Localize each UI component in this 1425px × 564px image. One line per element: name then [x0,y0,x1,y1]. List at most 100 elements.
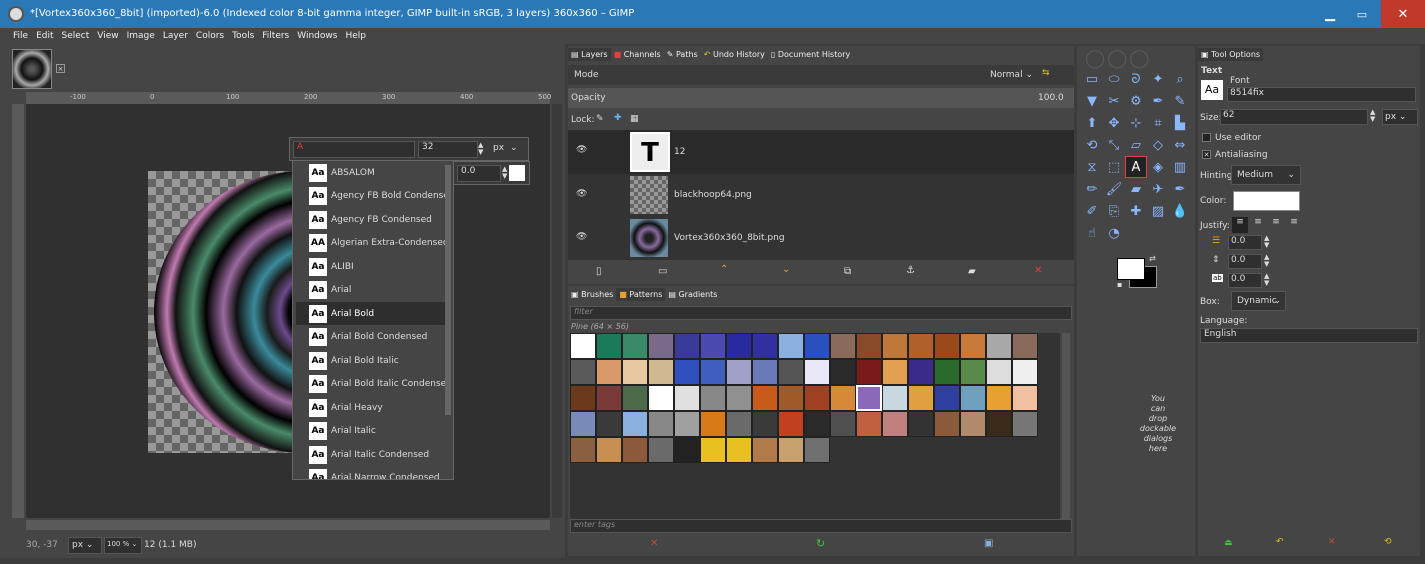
paths-icon[interactable]: ✒ [1147,90,1169,112]
pattern-swatch[interactable] [882,411,908,437]
font-list-item[interactable]: Aa Arial Bold Condensed [296,326,446,349]
pattern-swatch[interactable] [648,411,674,437]
open-pattern-icon[interactable]: ▣ [984,538,993,549]
size-unit-select[interactable]: px ⌄ [1382,109,1418,125]
opacity-row[interactable]: Opacity 100.0 [568,88,1074,108]
foreground-color-swatch[interactable] [1117,258,1145,280]
pattern-swatch[interactable] [830,359,856,385]
pattern-swatch[interactable] [934,385,960,411]
pattern-swatch[interactable] [596,411,622,437]
font-input[interactable]: 8514fix [1227,87,1416,102]
delete-pattern-icon[interactable]: ✕ [650,538,658,549]
pattern-swatch[interactable] [674,411,700,437]
dodge-burn-icon[interactable]: ◔ [1103,222,1125,244]
scale-icon[interactable]: ⤡ [1103,134,1125,156]
pattern-swatch[interactable] [648,333,674,359]
font-list-item[interactable]: AA Algerian Extra-Condensed [296,232,446,255]
pattern-swatch[interactable] [882,359,908,385]
unified-transform-icon[interactable]: ▙ [1169,112,1191,134]
pattern-swatch[interactable] [622,333,648,359]
menu-tools[interactable]: Tools [228,28,258,44]
color-picker-icon[interactable]: ✎ [1169,90,1191,112]
layer-row[interactable]: 👁 blackhoop64.png [568,174,1074,217]
close-tab-icon[interactable]: × [56,64,65,73]
pattern-swatch[interactable] [804,437,830,463]
pattern-swatch[interactable] [622,411,648,437]
rect-select-icon[interactable]: ▭ [1081,68,1103,90]
pattern-swatch[interactable] [778,359,804,385]
airbrush-icon[interactable]: ✈ [1147,178,1169,200]
layer-row[interactable]: 👁 Vortex360x360_8bit.png [568,217,1074,260]
font-list-item[interactable]: Aa Agency FB Condensed [296,208,446,231]
foreground-select-icon[interactable]: ⚙ [1125,90,1147,112]
pattern-swatch[interactable] [752,359,778,385]
pattern-swatch[interactable] [804,411,830,437]
pattern-swatch[interactable] [830,385,856,411]
heal-icon[interactable]: ✚ [1125,200,1147,222]
pattern-swatch[interactable] [674,385,700,411]
duplicate-layer-icon[interactable]: ⧉ [844,266,851,277]
pattern-swatch[interactable] [752,385,778,411]
pattern-swatch[interactable] [778,411,804,437]
layer-mode-switch-icon[interactable]: ⇆ [1042,68,1050,78]
pattern-swatch[interactable] [700,385,726,411]
pattern-swatch[interactable] [804,385,830,411]
pattern-swatch[interactable] [726,411,752,437]
pattern-swatch[interactable] [1012,359,1038,385]
horizontal-scrollbar[interactable] [26,520,550,530]
pattern-swatch[interactable] [596,385,622,411]
pattern-swatch[interactable] [804,333,830,359]
mypaint-icon[interactable]: ✐ [1081,200,1103,222]
rotate-icon[interactable]: ⟲ [1081,134,1103,156]
pattern-swatch[interactable] [934,359,960,385]
menu-image[interactable]: Image [123,28,159,44]
restore-options-icon[interactable]: ↶ [1276,537,1284,547]
pattern-swatch[interactable] [908,411,934,437]
font-list-item[interactable]: Aa Arial Bold Italic Condensed [296,373,446,396]
pattern-swatch[interactable] [700,437,726,463]
size-spin-icon[interactable]: ▲ ▼ [1370,109,1375,123]
pattern-swatch[interactable] [726,437,752,463]
indent-input[interactable]: 0.0 [1228,235,1262,250]
eraser-icon[interactable]: ▰ [1125,178,1147,200]
tags-input[interactable]: enter tags [570,519,1072,533]
pattern-swatch[interactable] [986,333,1012,359]
baseline-entry[interactable]: 0.0 [457,165,501,182]
language-input[interactable]: English [1200,328,1418,343]
justify-left-button[interactable]: ≡ [1232,217,1248,233]
pattern-swatch[interactable] [570,385,596,411]
line-spacing-spin-icon[interactable]: ▲ ▼ [1264,254,1269,268]
indent-spin-icon[interactable]: ▲ ▼ [1264,235,1269,249]
tab-paths[interactable]: ✎ Paths [664,48,701,61]
text-icon[interactable]: A [1125,156,1147,178]
pattern-swatch[interactable] [934,333,960,359]
pattern-swatch[interactable] [830,333,856,359]
pattern-swatch[interactable] [596,333,622,359]
align-icon[interactable]: ⊹ [1125,112,1147,134]
use-editor-checkbox[interactable] [1202,133,1211,142]
lock-position-icon[interactable]: ✚ [614,113,622,123]
flip-icon[interactable]: ⇔ [1169,134,1191,156]
new-layer-group-icon[interactable]: ▭ [658,266,667,277]
text-color-button[interactable] [1233,191,1300,211]
font-list-item[interactable]: Aa Arial Italic [296,420,446,443]
ink-icon[interactable]: ✒ [1169,178,1191,200]
menu-filters[interactable]: Filters [258,28,293,44]
pencil-icon[interactable]: ✏ [1081,178,1103,200]
paintbrush-icon[interactable]: 🖌 [1103,178,1125,200]
scissors-icon[interactable]: ✂ [1103,90,1125,112]
pattern-swatch[interactable] [622,359,648,385]
filter-input[interactable]: filter [570,306,1072,320]
crop-icon[interactable]: ⌗ [1147,112,1169,134]
pattern-swatch[interactable] [1012,333,1038,359]
pattern-swatch[interactable] [778,385,804,411]
color-select-icon[interactable]: ▼ [1081,90,1103,112]
tab-channels[interactable]: ■ Channels [611,48,664,61]
delete-options-icon[interactable]: ✕ [1328,537,1336,547]
fuzzy-select-icon[interactable]: ✦ [1147,68,1169,90]
ellipse-select-icon[interactable]: ⬭ [1103,68,1125,90]
zoom-select[interactable]: 100 % ⌄ [104,537,142,554]
vertical-scrollbar[interactable] [552,104,562,518]
size-input[interactable]: 62 [1220,109,1368,125]
eye-icon[interactable]: 👁 [576,189,587,199]
